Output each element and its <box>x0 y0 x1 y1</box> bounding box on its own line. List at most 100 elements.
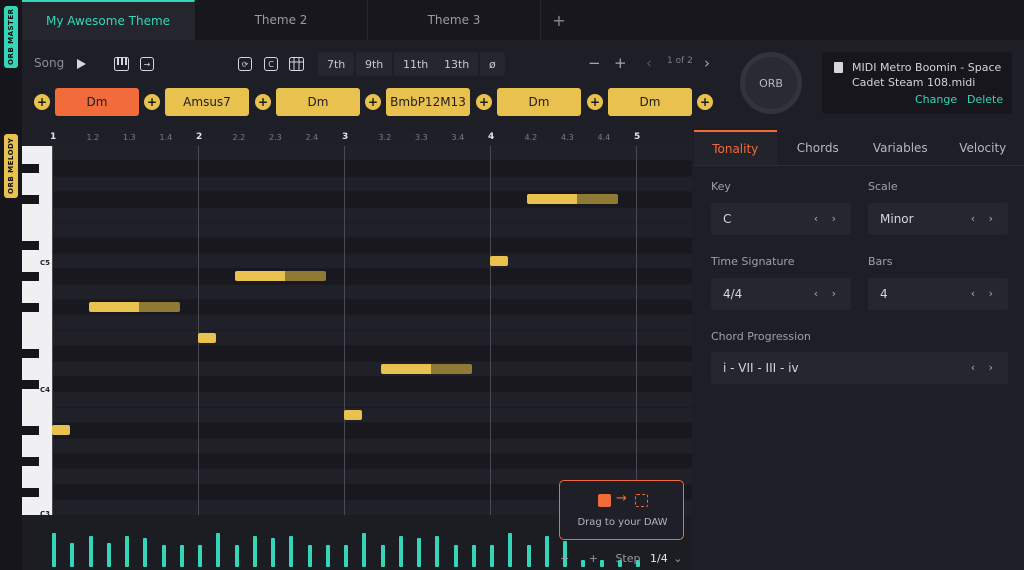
velocity-bar[interactable] <box>179 545 184 567</box>
orb-button[interactable]: ORB <box>740 52 802 114</box>
velocity-bar[interactable] <box>234 545 239 567</box>
velocity-bar[interactable] <box>490 545 494 567</box>
tab-variables[interactable]: Variables <box>859 130 942 165</box>
velocity-bar[interactable] <box>362 533 367 567</box>
orb-melody-tag[interactable]: ORB MELODY <box>4 134 18 198</box>
ext-11th-button[interactable]: 11th <box>394 52 438 76</box>
note-lane[interactable] <box>52 223 692 238</box>
midi-note[interactable] <box>490 255 509 266</box>
note-lane[interactable] <box>52 315 692 330</box>
midi-note[interactable] <box>88 302 180 312</box>
step-plus-button[interactable]: + <box>589 552 598 565</box>
note-lane[interactable] <box>52 207 692 222</box>
black-key[interactable] <box>22 457 39 466</box>
key-selector[interactable]: C ‹ › <box>711 203 851 235</box>
note-lane[interactable] <box>52 330 692 346</box>
velocity-bar[interactable] <box>398 535 403 567</box>
tab-theme-2[interactable]: Theme 2 <box>195 0 368 40</box>
note-lane[interactable] <box>52 176 692 192</box>
velocity-bar[interactable] <box>125 535 129 567</box>
black-key[interactable] <box>22 380 39 389</box>
velocity-bar[interactable] <box>307 545 312 567</box>
timeline-ruler[interactable]: 1 1.2 1.3 1.4 2 2.2 2.3 2.4 3 3.2 3.3 3.4 4 4.2 4.3 4.4… <box>22 130 692 146</box>
piano-roll[interactable]: 1 1.2 1.3 1.4 2 2.2 2.3 2.4 3 3.2 3.3 3.4 4 4.2 4.3 4.4… <box>22 130 692 515</box>
ext-7th-button[interactable]: 7th <box>318 52 355 76</box>
velocity-bar[interactable] <box>325 545 330 567</box>
velocity-bar[interactable] <box>216 533 221 567</box>
orb-master-tag[interactable]: ORB MASTER <box>4 6 18 68</box>
velocity-bar[interactable] <box>526 545 531 567</box>
note-lane[interactable] <box>52 161 692 176</box>
chord-slot[interactable]: Amsus7 <box>165 88 249 116</box>
tab-velocity[interactable]: Velocity <box>942 130 1024 165</box>
add-chord-button[interactable]: + <box>476 94 492 110</box>
add-chord-button[interactable]: + <box>255 94 271 110</box>
add-chord-button[interactable]: + <box>697 94 713 110</box>
midi-note[interactable] <box>344 409 363 420</box>
velocity-bar[interactable] <box>544 535 549 567</box>
velocity-bar[interactable] <box>453 545 458 567</box>
grid-icon[interactable] <box>285 53 307 75</box>
velocity-bar[interactable] <box>471 545 476 567</box>
piano-icon[interactable] <box>110 53 132 75</box>
chord-progression-arrows[interactable]: ‹ › <box>971 361 998 374</box>
delete-midi-button[interactable]: Delete <box>967 93 1003 106</box>
add-chord-button[interactable]: + <box>365 94 381 110</box>
change-midi-button[interactable]: Change <box>915 93 957 106</box>
note-grid[interactable] <box>52 146 692 515</box>
note-lane[interactable] <box>52 146 692 161</box>
scale-selector[interactable]: Minor ‹ › <box>868 203 1008 235</box>
add-chord-button[interactable]: + <box>587 94 603 110</box>
velocity-bar[interactable] <box>380 545 385 567</box>
velocity-bar[interactable] <box>52 533 56 567</box>
ext-13th-button[interactable]: 13th <box>435 52 479 76</box>
bars-selector[interactable]: 4 ‹ › <box>868 278 1008 310</box>
add-chord-button[interactable]: + <box>34 94 50 110</box>
loop-icon[interactable]: ⟳ <box>234 53 256 75</box>
midi-note[interactable] <box>380 363 472 374</box>
ext-9th-button[interactable]: 9th <box>356 52 393 76</box>
note-lane[interactable] <box>52 284 692 299</box>
midi-note[interactable] <box>234 271 326 282</box>
midi-note[interactable] <box>52 425 71 436</box>
chord-slot[interactable]: Dm <box>608 88 692 116</box>
black-key[interactable] <box>22 303 39 312</box>
velocity-bar[interactable] <box>161 545 166 567</box>
note-lane[interactable] <box>52 238 692 253</box>
chord-progression-selector[interactable]: i - VII - III - iv ‹ › <box>711 352 1008 384</box>
note-lane[interactable] <box>52 269 692 284</box>
drag-to-daw-card[interactable]: → Drag to your DAW <box>559 480 684 540</box>
note-lane[interactable] <box>52 346 692 361</box>
zoom-in-button[interactable]: + <box>614 54 627 72</box>
black-key[interactable] <box>22 164 39 174</box>
ext-half-dim-button[interactable]: ø <box>480 52 505 76</box>
tab-my-awesome-theme[interactable]: My Awesome Theme <box>22 0 195 40</box>
note-lane[interactable] <box>52 423 692 438</box>
chord-slot[interactable]: Dm <box>276 88 360 116</box>
chord-slot[interactable]: Dm <box>55 88 139 116</box>
velocity-bar[interactable] <box>70 543 75 567</box>
velocity-bar[interactable] <box>198 545 202 567</box>
piano-keyboard[interactable]: C5 C4 C3 <box>22 146 52 515</box>
note-lane[interactable] <box>52 253 692 269</box>
add-tab-button[interactable]: + <box>541 0 577 40</box>
velocity-bar[interactable] <box>271 538 275 567</box>
velocity-bar[interactable] <box>143 538 148 567</box>
velocity-bar[interactable] <box>508 533 513 567</box>
tab-theme-3[interactable]: Theme 3 <box>368 0 541 40</box>
note-lane[interactable] <box>52 407 692 423</box>
bars-arrows[interactable]: ‹ › <box>971 287 998 300</box>
black-key[interactable] <box>22 487 39 497</box>
time-signature-selector[interactable]: 4/4 ‹ › <box>711 278 851 310</box>
velocity-bar[interactable] <box>417 538 421 567</box>
midi-note[interactable] <box>526 194 618 205</box>
chord-c-icon[interactable]: C <box>260 53 282 75</box>
chevron-down-icon[interactable]: ⌄ <box>673 552 682 565</box>
velocity-bar[interactable] <box>289 535 294 567</box>
black-key[interactable] <box>22 272 39 282</box>
midi-note[interactable] <box>198 332 217 343</box>
black-key[interactable] <box>22 349 39 359</box>
tab-tonality[interactable]: Tonality <box>694 130 777 165</box>
note-lane[interactable] <box>52 454 692 469</box>
chord-slot[interactable]: Dm <box>497 88 581 116</box>
